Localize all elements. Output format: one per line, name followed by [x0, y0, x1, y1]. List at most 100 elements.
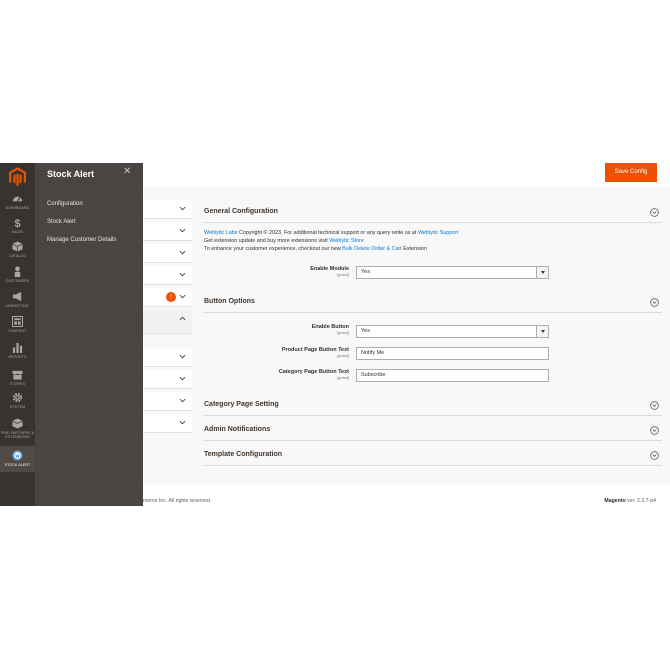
section-template-configuration[interactable]: Template Configuration: [203, 446, 662, 466]
cube-icon: [12, 418, 23, 429]
nav-label: Stock Alert: [4, 463, 31, 467]
nav-label: Catalog: [8, 254, 27, 258]
nav-label: Reports: [8, 355, 27, 359]
chevron-down-icon: [179, 398, 186, 403]
nav-label: Dashboard: [5, 206, 30, 210]
page-header: Save Config: [143, 163, 670, 187]
stock-alert-flyout: Stock Alert ✕ Configuration Stock Alert …: [35, 163, 143, 506]
section-title: Template Configuration: [204, 451, 283, 458]
enable-button-select[interactable]: Yes: [356, 325, 549, 338]
config-tab[interactable]: [143, 222, 192, 241]
section-admin-notifications[interactable]: Admin Notifications: [203, 421, 662, 441]
magento-logo-icon[interactable]: [9, 167, 26, 187]
bulk-delete-link[interactable]: Bulk Delete Order & Cart: [342, 246, 402, 252]
category-button-text-label: Category Page Button Text: [278, 369, 349, 375]
admin-frame: Dashboard $ Sales Catalog Customers Mark…: [0, 163, 670, 506]
category-button-text-input[interactable]: Subscribe: [356, 369, 549, 382]
section-title: Admin Notifications: [204, 426, 271, 433]
info-line-copyright: Weblytic Labs Copyright © 2023. For addi…: [204, 230, 459, 236]
info-line-promo: To enhance your customer experience, che…: [204, 246, 427, 252]
product-button-text-scope: [global]: [336, 354, 349, 358]
svg-text:W: W: [15, 453, 20, 458]
section-title: General Configuration: [204, 208, 278, 215]
config-tab[interactable]: [143, 414, 192, 433]
config-tab[interactable]: [143, 392, 192, 411]
chevron-down-icon: [179, 294, 186, 299]
close-icon[interactable]: ✕: [123, 166, 131, 177]
save-config-button[interactable]: Save Config: [605, 163, 657, 182]
nav-item-catalog[interactable]: Catalog: [0, 241, 35, 258]
nav-label: Marketing: [6, 304, 29, 308]
section-general-configuration[interactable]: General Configuration: [203, 203, 662, 223]
notification-badge: !: [166, 292, 176, 302]
info-line-store: Get extension update and buy more extens…: [204, 238, 364, 244]
footer-copyright: merce Inc. All rights reserved.: [143, 498, 212, 504]
nav-item-sales[interactable]: $ Sales: [0, 217, 35, 234]
admin-nav: Dashboard $ Sales Catalog Customers Mark…: [0, 163, 35, 506]
chevron-down-icon: [179, 206, 186, 211]
nav-item-marketing[interactable]: Marketing: [0, 291, 35, 308]
weblytic-support-link[interactable]: Weblytic Support: [418, 230, 459, 236]
config-tab[interactable]: [143, 266, 192, 285]
product-button-text-input[interactable]: Notify Me: [356, 347, 549, 360]
nav-label: Customers: [5, 279, 30, 283]
expand-icon[interactable]: [650, 451, 659, 460]
collapse-icon[interactable]: [650, 298, 659, 307]
chevron-up-icon: [179, 316, 186, 321]
enable-button-label: Enable Button: [311, 324, 349, 330]
nav-label: Content: [8, 329, 27, 333]
gear-icon: [12, 392, 23, 403]
product-button-text-label: Product Page Button Text: [281, 347, 349, 353]
person-icon: [14, 266, 21, 277]
nav-label: Find Partners & Extensions: [0, 431, 35, 439]
enable-module-label: Enable Module: [310, 266, 349, 272]
weblytic-labs-link[interactable]: Weblytic Labs: [204, 230, 237, 236]
section-category-page-setting[interactable]: Category Page Setting: [203, 396, 662, 416]
nav-item-reports[interactable]: Reports: [0, 342, 35, 359]
nav-label: Sales: [11, 230, 24, 234]
section-button-options[interactable]: Button Options: [203, 293, 662, 313]
chevron-down-icon: [179, 376, 186, 381]
config-tab[interactable]: !: [143, 288, 192, 307]
nav-item-stock-alert[interactable]: W Stock Alert: [0, 446, 35, 472]
flyout-link-configuration[interactable]: Configuration: [47, 201, 83, 207]
section-title: Button Options: [204, 298, 255, 305]
nav-item-content[interactable]: Content: [0, 316, 35, 333]
storefront-icon: [12, 370, 23, 380]
nav-item-system[interactable]: System: [0, 392, 35, 409]
section-title: Category Page Setting: [204, 401, 279, 408]
enable-module-select[interactable]: Yes: [356, 266, 549, 279]
flyout-link-manage-customer-details[interactable]: Manage Customer Details: [47, 237, 116, 243]
bar-chart-icon: [12, 342, 23, 353]
config-tab[interactable]: [143, 200, 192, 219]
megaphone-icon: [12, 291, 22, 302]
chevron-down-icon: [179, 272, 186, 277]
page-footer: merce Inc. All rights reserved. Magento …: [143, 484, 670, 506]
expand-icon[interactable]: [650, 426, 659, 435]
flyout-title: Stock Alert: [47, 169, 95, 179]
weblytic-store-link[interactable]: Weblytic Store: [329, 238, 364, 244]
nav-item-dashboard[interactable]: Dashboard: [0, 193, 35, 210]
weblytic-icon: W: [12, 450, 23, 461]
dashboard-icon: [12, 196, 23, 202]
dropdown-arrow-icon: [536, 267, 548, 278]
category-button-text-scope: [global]: [336, 376, 349, 380]
expand-icon[interactable]: [650, 401, 659, 410]
dropdown-arrow-icon: [536, 326, 548, 337]
chevron-down-icon: [179, 228, 186, 233]
config-tab[interactable]: [143, 370, 192, 389]
enable-module-scope: [global]: [336, 273, 349, 277]
footer-version: Magento ver. 2.3.7-p4: [604, 498, 656, 504]
svg-text:$: $: [14, 218, 20, 228]
flyout-link-stock-alert[interactable]: Stock Alert: [47, 219, 76, 225]
nav-item-customers[interactable]: Customers: [0, 266, 35, 283]
nav-item-stores[interactable]: Stores: [0, 369, 35, 386]
collapse-icon[interactable]: [650, 208, 659, 217]
chevron-down-icon: [179, 250, 186, 255]
nav-item-find-partners[interactable]: Find Partners & Extensions: [0, 418, 35, 439]
config-tab-open[interactable]: [143, 310, 192, 334]
config-tab[interactable]: [143, 348, 192, 367]
config-tab[interactable]: [143, 244, 192, 263]
box-icon: [12, 241, 23, 252]
layout-icon: [12, 316, 23, 327]
